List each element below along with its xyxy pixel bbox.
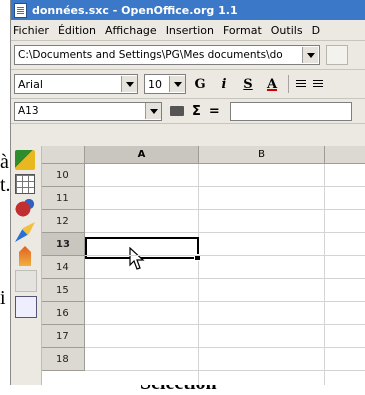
- cell-reference: A13: [18, 105, 39, 117]
- grid-line: [324, 164, 325, 385]
- name-box[interactable]: A13: [14, 101, 162, 121]
- grid-line: [85, 255, 365, 256]
- insert-object-icon[interactable]: [15, 198, 35, 218]
- column-header-a[interactable]: A: [85, 146, 199, 164]
- menu-donnees[interactable]: D: [312, 24, 320, 37]
- background-text-t: t.: [0, 174, 11, 196]
- window-title: données.sxc - OpenOffice.org 1.1: [32, 3, 238, 17]
- toolbar-separator: [288, 75, 289, 93]
- grid-line: [85, 370, 365, 371]
- draw-functions-icon[interactable]: [15, 222, 35, 242]
- font-color-button[interactable]: A: [262, 74, 282, 94]
- row-header-14[interactable]: 14: [42, 256, 85, 279]
- font-name-combobox[interactable]: Arial: [14, 74, 138, 94]
- column-header-c[interactable]: [325, 146, 365, 164]
- grid-line: [85, 324, 365, 325]
- background-text-a: à: [0, 151, 9, 173]
- dropdown-arrow-icon[interactable]: [145, 103, 161, 119]
- grid-line: [85, 186, 365, 187]
- underline-button[interactable]: S: [238, 74, 258, 94]
- grid-line: [198, 164, 199, 385]
- spellcheck-icon[interactable]: [15, 322, 35, 342]
- dropdown-arrow-icon[interactable]: [302, 47, 318, 63]
- font-size-combobox[interactable]: 10: [144, 74, 186, 94]
- dropdown-arrow-icon[interactable]: [169, 76, 185, 92]
- row-header-15[interactable]: 15: [42, 279, 85, 302]
- formula-bar: A13 Σ =: [11, 99, 365, 124]
- navigator-icon[interactable]: [15, 296, 37, 318]
- menu-format[interactable]: Format: [223, 24, 262, 37]
- dropdown-arrow-icon[interactable]: [121, 76, 137, 92]
- select-all-corner[interactable]: [42, 146, 85, 164]
- form-controls-icon[interactable]: [19, 246, 31, 266]
- spreadsheet-grid[interactable]: A B 10 11 12 13 14 15 16 17 18: [42, 146, 365, 385]
- background-text-i: i: [0, 287, 6, 309]
- format-toolbar: Arial 10 G i S A: [11, 70, 365, 99]
- menu-fichier[interactable]: Fichier: [13, 24, 49, 37]
- main-area: A B 10 11 12 13 14 15 16 17 18: [11, 146, 365, 385]
- align-left-icon[interactable]: [296, 79, 306, 89]
- autopilot-icon[interactable]: [15, 150, 35, 170]
- menu-affichage[interactable]: Affichage: [105, 24, 157, 37]
- mouse-pointer-icon: [129, 247, 145, 270]
- menu-edition[interactable]: Édition: [58, 24, 96, 37]
- insert-rows-icon[interactable]: [15, 270, 37, 292]
- title-bar[interactable]: données.sxc - OpenOffice.org 1.1: [11, 0, 365, 20]
- font-size-value: 10: [148, 77, 162, 91]
- font-name-value: Arial: [18, 77, 43, 91]
- grid-line: [85, 209, 365, 210]
- formula-input[interactable]: [229, 101, 352, 121]
- row-header-13[interactable]: 13: [42, 233, 85, 256]
- menu-bar: Fichier Édition Affichage Insertion Form…: [11, 20, 365, 41]
- calc-window: données.sxc - OpenOffice.org 1.1 Fichier…: [10, 0, 365, 385]
- edit-file-button[interactable]: [326, 45, 348, 65]
- function-bar: C:\Documents and Settings\PG\Mes documen…: [11, 41, 365, 70]
- align-center-icon[interactable]: [313, 79, 323, 89]
- url-value: C:\Documents and Settings\PG\Mes documen…: [18, 49, 283, 61]
- grid-line: [85, 347, 365, 348]
- function-autopilot-icon[interactable]: [170, 106, 184, 116]
- menu-insertion[interactable]: Insertion: [166, 24, 214, 37]
- row-header-17[interactable]: 17: [42, 325, 85, 348]
- row-header-10[interactable]: 10: [42, 164, 85, 187]
- grid-line: [85, 301, 365, 302]
- sigma-icon[interactable]: Σ: [192, 104, 201, 119]
- row-header-16[interactable]: 16: [42, 302, 85, 325]
- menu-outils[interactable]: Outils: [271, 24, 303, 37]
- grid-line: [85, 278, 365, 279]
- column-header-b[interactable]: B: [199, 146, 325, 164]
- italic-button[interactable]: i: [214, 74, 234, 94]
- bold-button[interactable]: G: [190, 74, 210, 94]
- autospellcheck-icon[interactable]: [15, 346, 35, 366]
- row-header-12[interactable]: 12: [42, 210, 85, 233]
- url-combobox[interactable]: C:\Documents and Settings\PG\Mes documen…: [14, 45, 320, 65]
- function-button[interactable]: =: [209, 104, 220, 119]
- document-icon: [14, 2, 27, 18]
- grid-line: [85, 232, 365, 233]
- main-toolbar: [11, 146, 42, 385]
- insert-table-icon[interactable]: [15, 174, 35, 194]
- row-header-11[interactable]: 11: [42, 187, 85, 210]
- row-header-18[interactable]: 18: [42, 348, 85, 371]
